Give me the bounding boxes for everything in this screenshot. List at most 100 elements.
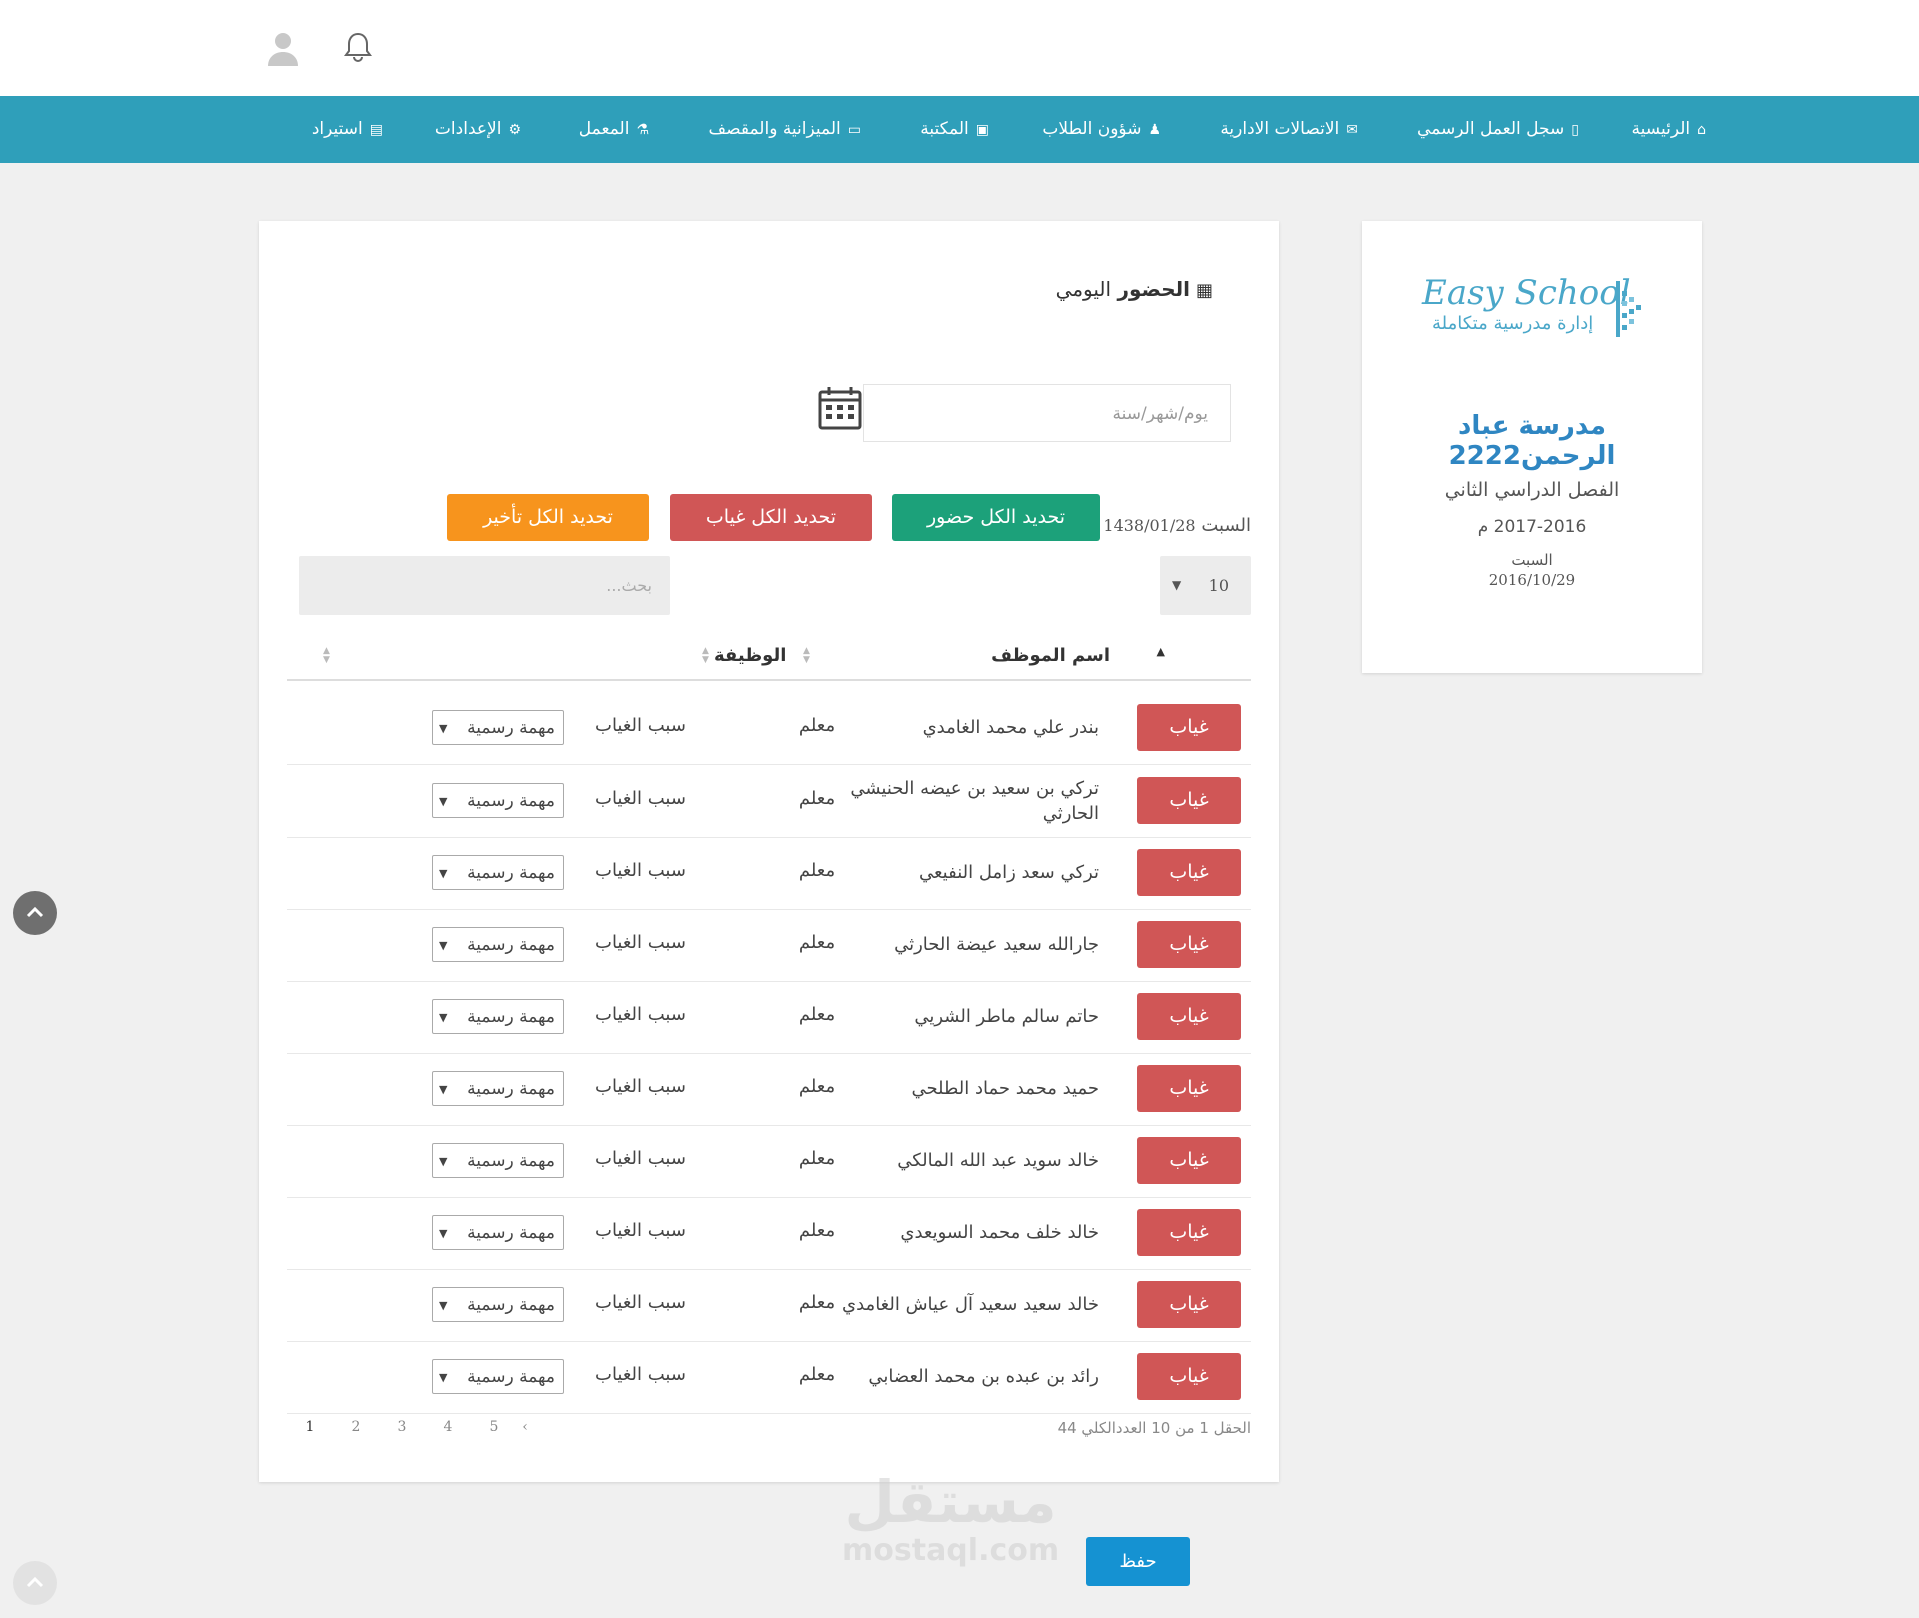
employee-job: معلم — [798, 1364, 836, 1385]
employee-job: معلم — [798, 1292, 836, 1313]
main-nav: ⌂الرئيسية ▯سجل العمل الرسمي ✉الاتصالات ا… — [0, 96, 1919, 163]
save-button[interactable]: حفظ — [1086, 1537, 1190, 1586]
money-icon: ▭ — [847, 122, 861, 138]
next-page-icon[interactable]: › — [517, 1419, 533, 1435]
page-link[interactable]: 4 — [425, 1419, 471, 1435]
current-hijri-date: السبت 1438/01/28 — [1103, 515, 1251, 536]
nav-item-import[interactable]: ▤استيراد — [312, 96, 383, 163]
nav-item-home[interactable]: ⌂الرئيسية — [1632, 96, 1706, 163]
employee-job: معلم — [798, 1148, 836, 1169]
person-icon: ♟ — [1148, 122, 1161, 138]
caret-down-icon: ▼ — [439, 1299, 448, 1312]
caret-down-icon: ▼ — [439, 1227, 448, 1240]
gear-icon: ⚙ — [508, 122, 521, 138]
sort-icon[interactable]: ▲ ▼ — [803, 647, 810, 665]
scroll-up-button[interactable] — [13, 891, 57, 935]
absence-reason-select[interactable]: مهمة رسمية ▼ — [432, 782, 564, 818]
absence-reason-label: سبب الغياب — [595, 932, 686, 953]
caret-down-icon: ▼ — [439, 867, 448, 880]
employee-job: معلم — [798, 715, 836, 736]
nav-item-settings[interactable]: ⚙الإعدادات — [435, 96, 521, 163]
column-header-name[interactable]: اسم الموظف — [991, 633, 1110, 679]
absence-reason-select[interactable]: مهمة رسمية ▼ — [432, 710, 564, 745]
sort-asc-icon[interactable]: ▲ — [1157, 646, 1165, 657]
absence-reason-select[interactable]: مهمة رسمية ▼ — [432, 1143, 564, 1178]
flask-icon: ⚗ — [636, 122, 649, 138]
employee-job: معلم — [798, 860, 836, 881]
page-size-select[interactable]: 10 ▼ — [1160, 556, 1251, 615]
absence-reason-select[interactable]: مهمة رسمية ▼ — [432, 1359, 564, 1394]
watermark: مستقل mostaql.com — [842, 1468, 1060, 1568]
table-icon: ▦ — [1195, 280, 1213, 301]
absence-reason-select[interactable]: مهمة رسمية ▼ — [432, 999, 564, 1034]
table-row: غياب خالد سعيد سعيد آل عياش الغامدي معلم سب… — [287, 1269, 1251, 1342]
caret-down-icon: ▼ — [439, 1155, 448, 1168]
table-row: غياب حميد محمد حماد الطلحي معلم سبب الغياب م… — [287, 1053, 1251, 1126]
employee-job: معلم — [798, 1220, 836, 1241]
chevron-up-icon — [26, 906, 44, 918]
absent-button[interactable]: غياب — [1137, 1353, 1241, 1400]
absence-reason-select[interactable]: مهمة رسمية ▼ — [432, 1215, 564, 1250]
employee-job: معلم — [798, 932, 836, 953]
absent-button[interactable]: غياب — [1137, 993, 1241, 1040]
page-link[interactable]: 5 — [471, 1419, 517, 1435]
school-name: مدرسة عباد الرحمن2222 — [1448, 411, 1616, 471]
envelope-icon: ✉ — [1346, 122, 1358, 138]
caret-down-icon: ▼ — [439, 1371, 448, 1384]
nav-item-budget[interactable]: ▭الميزانية والمقصف — [709, 96, 861, 163]
calendar-icon[interactable] — [817, 385, 863, 435]
absence-reason-label: سبب الغياب — [595, 1148, 686, 1169]
date-input[interactable]: يوم/شهر/سنة — [863, 384, 1231, 442]
scroll-up-button[interactable] — [13, 1561, 57, 1605]
mark-all-late-button[interactable]: تحديد الكل تأخير — [447, 494, 649, 541]
bell-icon[interactable] — [338, 28, 378, 68]
mobile-icon: ▯ — [1571, 122, 1579, 138]
search-input[interactable]: بحث... — [299, 556, 670, 615]
user-avatar-icon[interactable] — [263, 28, 303, 68]
absence-reason-select[interactable]: مهمة رسمية ▼ — [432, 855, 564, 890]
absent-button[interactable]: غياب — [1137, 1281, 1241, 1328]
logo-mark-icon — [1614, 279, 1648, 343]
table-row: غياب رائد بن عبده بن محمد العضابي معلم سبب … — [287, 1341, 1251, 1414]
nav-item-work-log[interactable]: ▯سجل العمل الرسمي — [1417, 96, 1579, 163]
nav-item-library[interactable]: ▣المكتبة — [920, 96, 989, 163]
employee-job: معلم — [798, 1004, 836, 1025]
sort-icon[interactable]: ▲ ▼ — [702, 647, 709, 665]
table-row: غياب حاتم سالم ماطر الشريي معلم سبب الغياب م… — [287, 981, 1251, 1054]
absence-reason-label: سبب الغياب — [595, 715, 686, 736]
absent-button[interactable]: غياب — [1137, 1209, 1241, 1256]
nav-item-students[interactable]: ♟شؤون الطلاب — [1042, 96, 1161, 163]
absent-button[interactable]: غياب — [1137, 704, 1241, 751]
page-link[interactable]: 2 — [333, 1419, 379, 1435]
absent-button[interactable]: غياب — [1137, 1065, 1241, 1112]
absence-reason-label: سبب الغياب — [595, 1076, 686, 1097]
attendance-card: ▦الحضور اليومي يوم/شهر/سنة السبت 1438/01… — [259, 221, 1279, 1482]
employee-job: معلم — [798, 787, 836, 809]
school-info-card: Easy School إدارة مدرسية متكاملة مدرسة ع… — [1362, 221, 1702, 673]
nav-item-communications[interactable]: ✉الاتصالات الادارية — [1220, 96, 1358, 163]
absence-reason-select[interactable]: مهمة رسمية ▼ — [432, 1287, 564, 1322]
caret-down-icon: ▼ — [1172, 578, 1182, 592]
sort-icon[interactable]: ▲ ▼ — [323, 647, 330, 665]
absence-reason-label: سبب الغياب — [595, 787, 686, 809]
column-header-job[interactable]: الوظيفة — [714, 633, 786, 679]
semester: الفصل الدراسي الثاني — [1444, 479, 1620, 501]
table-row: غياب تركي سعد زامل النفيعي معلم سبب الغياب م… — [287, 837, 1251, 910]
absent-button[interactable]: غياب — [1137, 1137, 1241, 1184]
nav-item-lab[interactable]: ⚗المعمل — [579, 96, 649, 163]
absent-button[interactable]: غياب — [1137, 849, 1241, 896]
caret-down-icon: ▼ — [439, 794, 448, 808]
absence-reason-label: سبب الغياب — [595, 1220, 686, 1241]
absent-button[interactable]: غياب — [1137, 921, 1241, 968]
current-day: السبت — [1511, 551, 1553, 569]
logo-text-ar: إدارة مدرسية متكاملة — [1432, 313, 1594, 334]
absence-reason-select[interactable]: مهمة رسمية ▼ — [432, 1071, 564, 1106]
page-link[interactable]: 3 — [379, 1419, 425, 1435]
pagination: ›54321 — [287, 1419, 533, 1435]
mark-all-present-button[interactable]: تحديد الكل حضور — [892, 494, 1100, 541]
absence-reason-select[interactable]: مهمة رسمية ▼ — [432, 927, 564, 962]
absent-button[interactable]: غياب — [1137, 776, 1241, 824]
mark-all-absent-button[interactable]: تحديد الكل غياب — [670, 494, 872, 541]
page-link-active[interactable]: 1 — [287, 1419, 333, 1435]
table-row: غياب خالد خلف محمد السويعدي معلم سبب الغياب… — [287, 1197, 1251, 1270]
